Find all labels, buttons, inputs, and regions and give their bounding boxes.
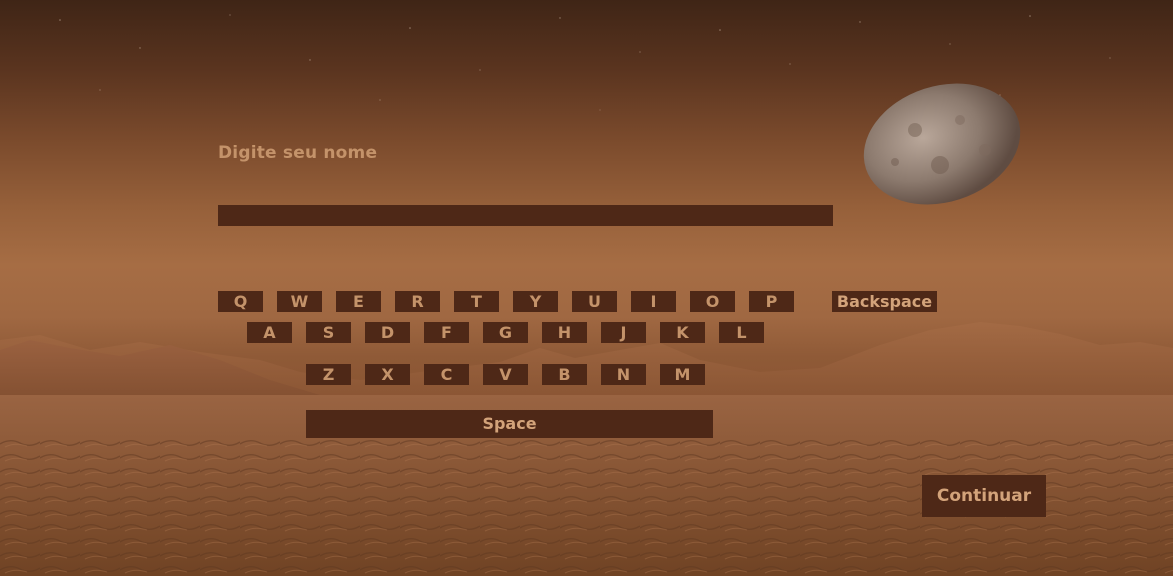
key-p[interactable]: P [749,291,794,312]
key-d[interactable]: D [365,322,410,343]
key-a[interactable]: A [247,322,292,343]
key-t[interactable]: T [454,291,499,312]
name-prompt-label: Digite seu nome [218,143,378,163]
key-w[interactable]: W [277,291,322,312]
key-b[interactable]: B [542,364,587,385]
key-i[interactable]: I [631,291,676,312]
key-r[interactable]: R [395,291,440,312]
key-q[interactable]: Q [218,291,263,312]
key-n[interactable]: N [601,364,646,385]
moon-icon [863,83,1021,205]
key-v[interactable]: V [483,364,528,385]
key-z[interactable]: Z [306,364,351,385]
key-e[interactable]: E [336,291,381,312]
key-l[interactable]: L [719,322,764,343]
key-u[interactable]: U [572,291,617,312]
name-input[interactable] [218,205,833,226]
continue-button[interactable]: Continuar [922,475,1046,517]
key-g[interactable]: G [483,322,528,343]
key-o[interactable]: O [690,291,735,312]
key-s[interactable]: S [306,322,351,343]
key-j[interactable]: J [601,322,646,343]
key-c[interactable]: C [424,364,469,385]
key-y[interactable]: Y [513,291,558,312]
key-m[interactable]: M [660,364,705,385]
key-h[interactable]: H [542,322,587,343]
backspace-key[interactable]: Backspace [832,291,937,312]
key-x[interactable]: X [365,364,410,385]
key-k[interactable]: K [660,322,705,343]
space-key[interactable]: Space [306,410,713,438]
key-f[interactable]: F [424,322,469,343]
